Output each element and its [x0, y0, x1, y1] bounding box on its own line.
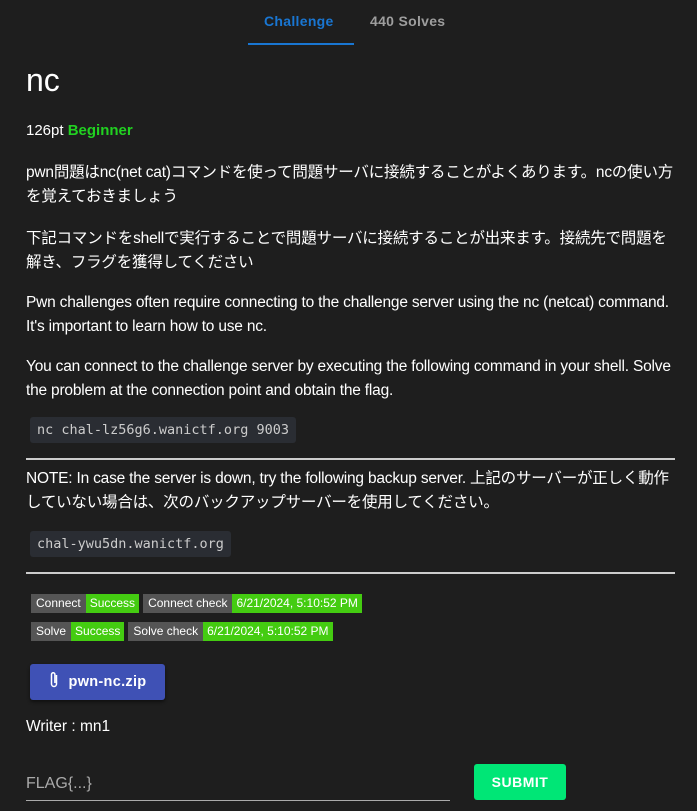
backup-note: NOTE: In case the server is down, try th… [26, 470, 669, 511]
description-en-1: Pwn challenges often require connecting … [26, 294, 669, 335]
difficulty: Beginner [67, 122, 133, 139]
badge-value: 6/21/2024, 5:10:52 PM [232, 594, 362, 613]
badge-value: Success [71, 622, 125, 641]
download-attachment-button[interactable]: pwn-nc.zip [30, 664, 165, 700]
challenge-title: nc [26, 62, 60, 98]
badge-key: Solve [31, 622, 72, 641]
points: 126pt [26, 122, 64, 139]
tab-solves[interactable]: 440 Solves [370, 13, 445, 29]
description-ja-2: 下記コマンドをshellで実行することで問題サーバに接続することが出来ます。接続… [26, 230, 667, 271]
divider [26, 458, 675, 460]
tab-active-indicator [248, 43, 354, 45]
paperclip-icon [49, 671, 59, 693]
connect-badge: Connect Success [31, 594, 140, 613]
flag-field[interactable] [26, 770, 450, 801]
description-ja-1: pwn問題はnc(net cat)コマンドを使って問題サーバに接続することがよく… [26, 164, 674, 205]
badge-key: Solve check [128, 622, 204, 641]
badge-value: Success [85, 594, 140, 613]
badge-row-solve: Solve Success Solve check 6/21/2024, 5:10:… [31, 622, 333, 641]
challenge-points: 126pt Beginner [26, 122, 133, 139]
command-code: nc chal-lz56g6.wanictf.org 9003 [30, 417, 296, 443]
writer: Writer : mn1 [26, 718, 111, 735]
submit-button[interactable]: SUBMIT [474, 764, 566, 800]
attachment-label: pwn-nc.zip [68, 674, 147, 690]
badge-key: Connect check [143, 594, 233, 613]
solve-badge: Solve Success [31, 622, 125, 641]
tab-challenge[interactable]: Challenge [264, 13, 334, 29]
backup-server-code: chal-ywu5dn.wanictf.org [30, 531, 231, 557]
badge-value: 6/21/2024, 5:10:52 PM [203, 622, 333, 641]
badge-key: Connect [31, 594, 86, 613]
connect-check-badge: Connect check 6/21/2024, 5:10:52 PM [143, 594, 362, 613]
badge-row-connect: Connect Success Connect check 6/21/2024, 5… [31, 594, 362, 613]
description-en-2: You can connect to the challenge server … [26, 358, 671, 399]
divider [26, 572, 675, 574]
flag-input[interactable] [26, 770, 450, 798]
solve-check-badge: Solve check 6/21/2024, 5:10:52 PM [128, 622, 333, 641]
